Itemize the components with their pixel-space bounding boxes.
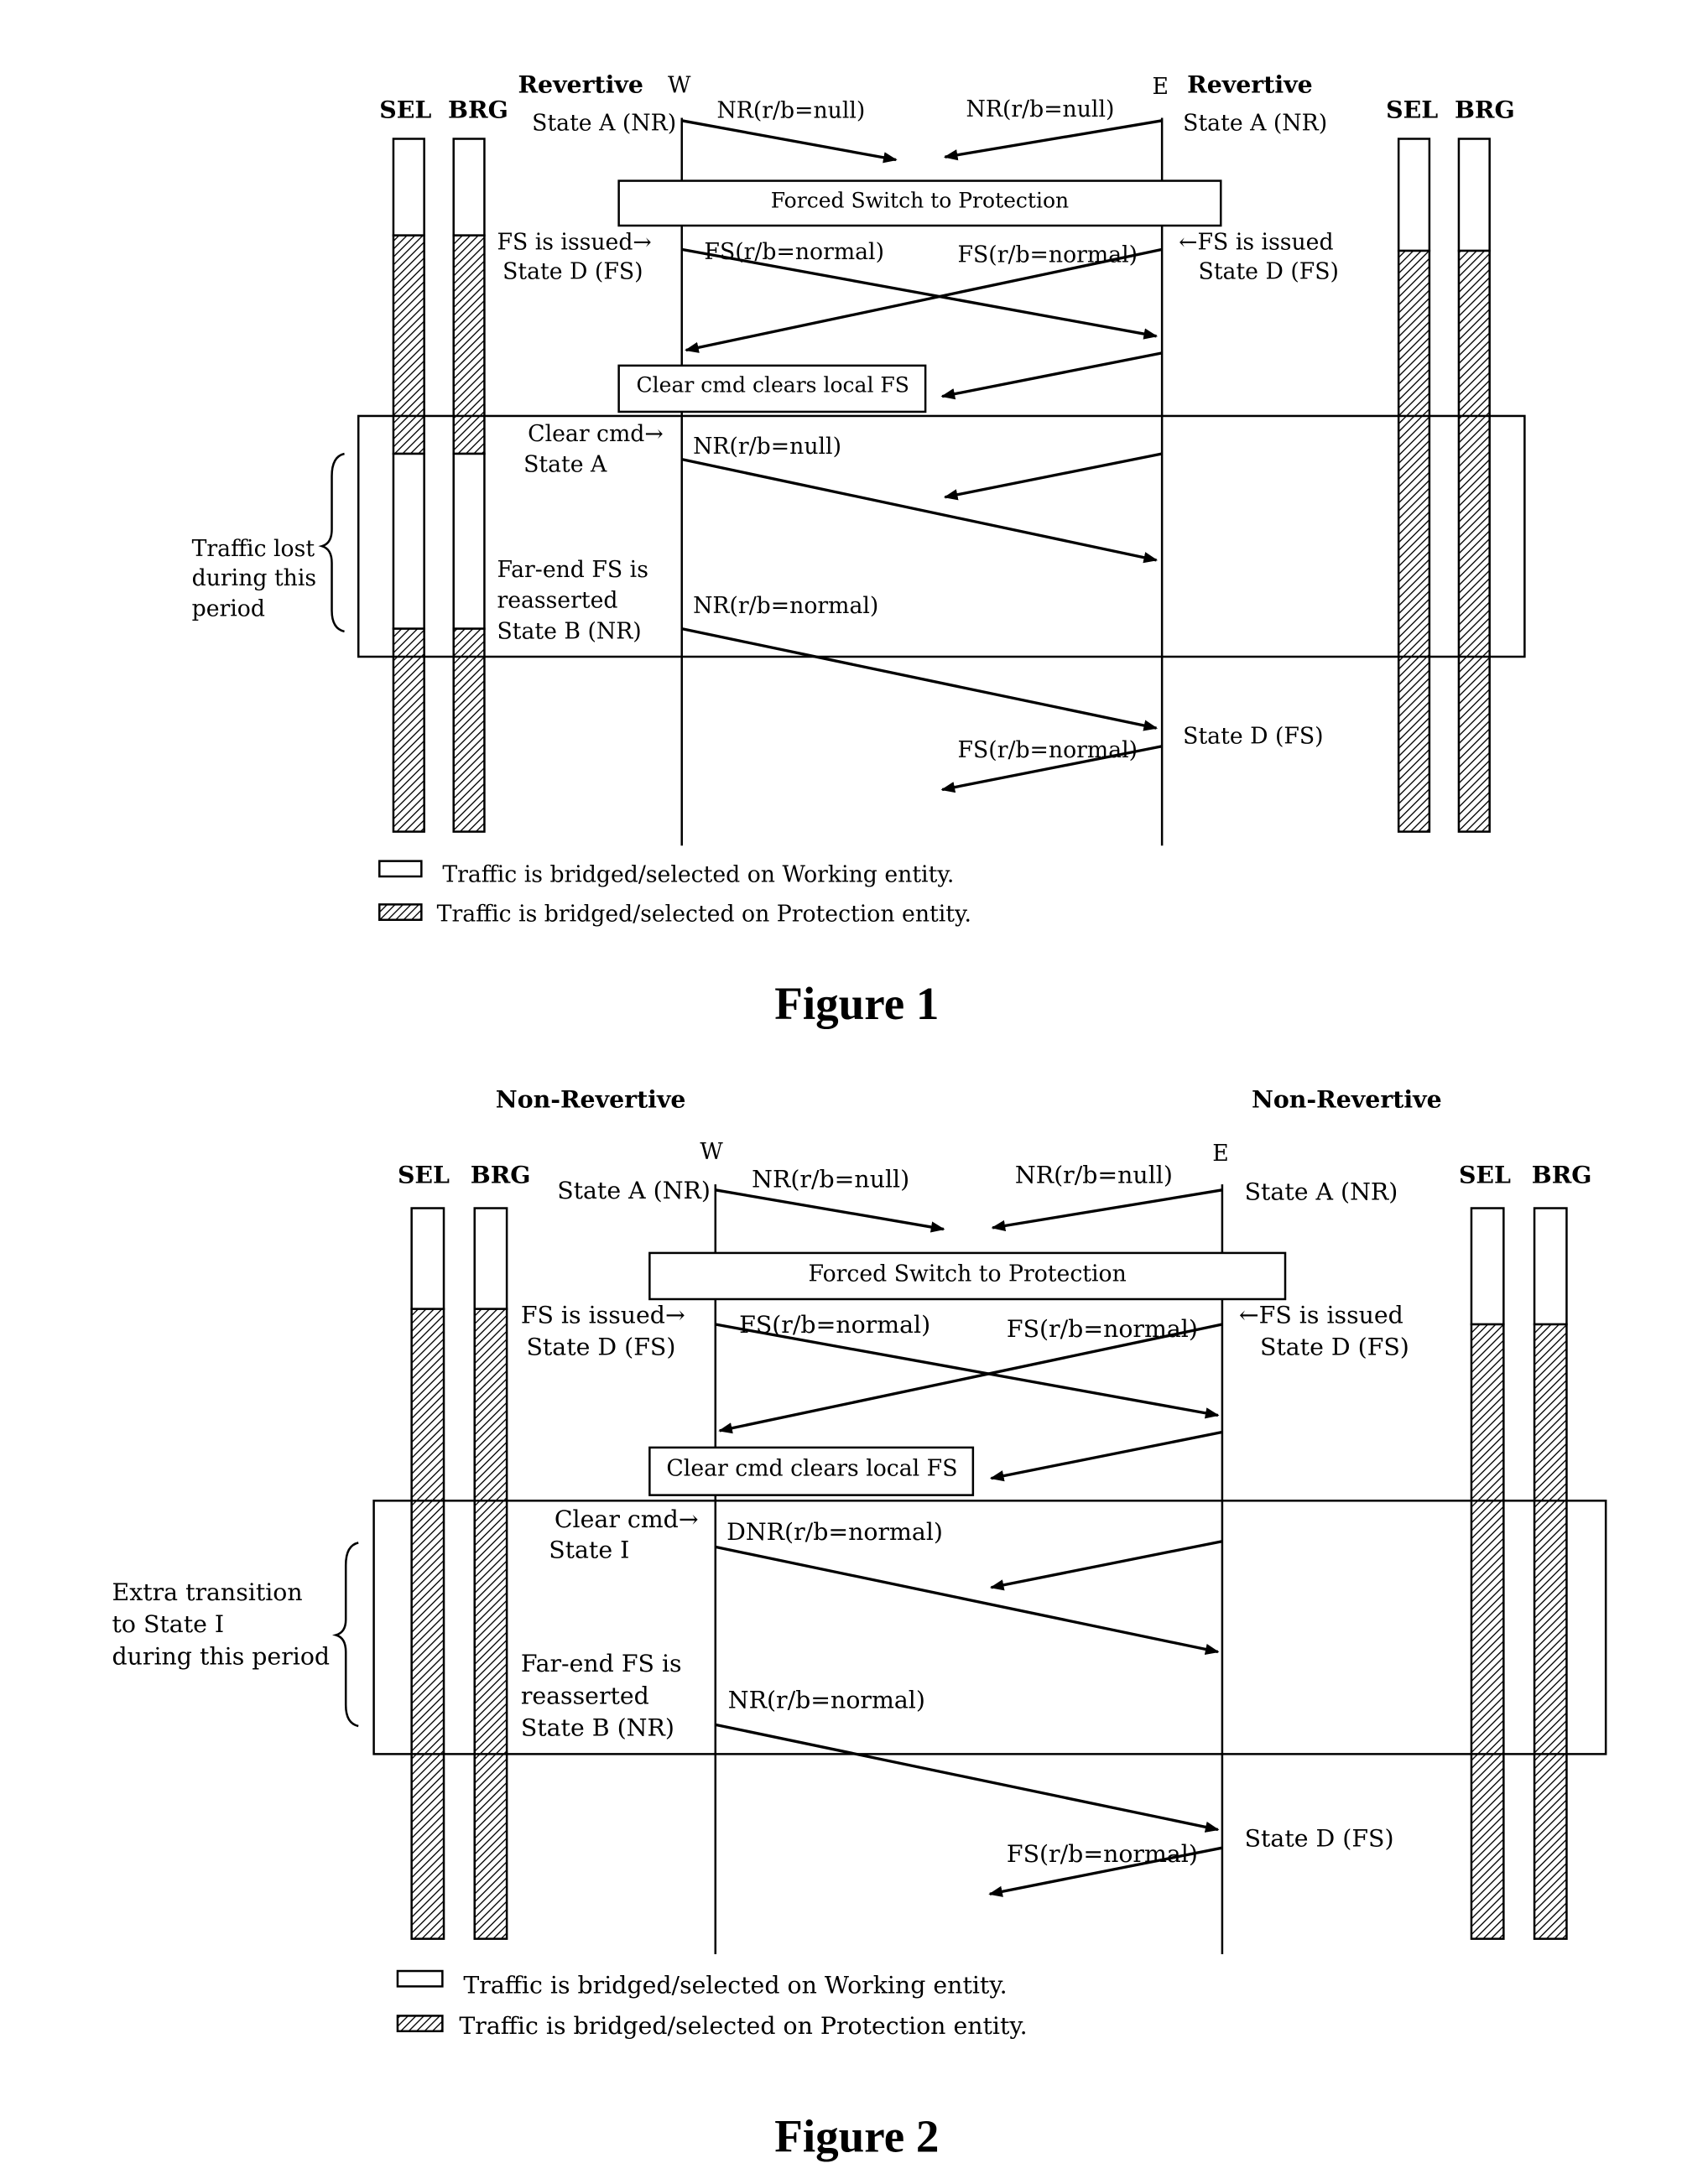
left-state-4b: reasserted: [521, 1682, 649, 1709]
message-arrow: [681, 119, 898, 164]
message-label: FS(r/b=normal): [1007, 1840, 1198, 1868]
message-arrow: [989, 1430, 1223, 1482]
brace-note-line: period: [192, 596, 265, 622]
left-state-4a: Far-end FS is: [521, 1650, 682, 1677]
forced-switch-label: Forced Switch to Protection: [809, 1261, 1127, 1287]
message-label: FS(r/b=normal): [957, 242, 1138, 268]
protection-switching-diagrams: Revertive Revertive W E SEL BRG SEL BRG: [112, 70, 1607, 2161]
legend-protection-label: Traffic is bridged/selected on Protectio…: [459, 2012, 1027, 2040]
left-state-3b: State A: [523, 452, 607, 478]
message-arrow: [718, 1323, 1223, 1434]
message-label: NR(r/b=normal): [728, 1686, 925, 1713]
message-arrow: [940, 351, 1163, 400]
left-mode-label: Revertive: [518, 70, 643, 98]
sel-label-right: SEL: [1459, 1160, 1511, 1188]
message-arrow: [943, 452, 1163, 501]
message-arrow: [681, 627, 1159, 731]
left-state-3b: State I: [549, 1537, 629, 1564]
message-label: FS(r/b=normal): [704, 239, 884, 265]
legend-working-swatch: [396, 1969, 444, 1988]
message-label: FS(r/b=normal): [1007, 1315, 1198, 1343]
left-state-2a: FS is issued→: [497, 229, 651, 255]
message-label: NR(r/b=null): [752, 1165, 909, 1193]
brace-note-line: during this: [192, 565, 316, 591]
brg-label-right: BRG: [1532, 1160, 1592, 1188]
left-brg-bar: [452, 138, 486, 833]
sel-label-left: SEL: [379, 95, 431, 123]
right-state-1: State A (NR): [1245, 1178, 1398, 1206]
left-sel-bar: [392, 138, 425, 833]
left-state-4b: reasserted: [497, 588, 617, 614]
right-state-3: State D (FS): [1183, 723, 1323, 749]
legend-working-label: Traffic is bridged/selected on Working e…: [463, 1972, 1007, 1999]
figure-title: Figure 2: [774, 2110, 939, 2161]
figure-1: Revertive Revertive W E SEL BRG SEL BRG: [192, 70, 1526, 1029]
right-state-2a: ←FS is issued: [1239, 1301, 1403, 1329]
message-label: DNR(r/b=normal): [726, 1518, 943, 1546]
sel-label-left: SEL: [398, 1160, 450, 1188]
brace-note-line: Traffic lost: [192, 536, 315, 562]
message-arrow: [943, 119, 1163, 161]
figure-title: Figure 1: [774, 978, 939, 1029]
left-state-1: State A (NR): [532, 110, 676, 136]
clear-cmd-label: Clear cmd clears local FS: [666, 1455, 957, 1481]
brace-note-line: Extra transition: [112, 1578, 303, 1606]
left-state-4c: State B (NR): [497, 618, 641, 644]
brace-icon: [318, 452, 345, 633]
right-state-2a: ←FS is issued: [1179, 229, 1333, 255]
right-brg-bar: [1457, 138, 1491, 833]
message-label: NR(r/b=null): [1015, 1161, 1173, 1188]
legend-protection-swatch: [396, 2015, 444, 2033]
brace-note-line: to State I: [112, 1610, 225, 1638]
forced-switch-label: Forced Switch to Protection: [771, 188, 1069, 212]
legend-protection-label: Traffic is bridged/selected on Protectio…: [437, 901, 971, 927]
node-w-label: W: [700, 1139, 723, 1165]
right-mode-label: Non-Revertive: [1252, 1084, 1442, 1113]
left-state-4a: Far-end FS is: [497, 557, 648, 583]
right-mode-label: Revertive: [1187, 70, 1312, 98]
message-arrow: [715, 1723, 1220, 1833]
left-state-3a: Clear cmd→: [555, 1505, 699, 1533]
left-state-2b: State D (FS): [526, 1334, 675, 1361]
brace-icon: [331, 1542, 359, 1728]
node-w-label: W: [668, 72, 691, 98]
left-mode-label: Non-Revertive: [496, 1084, 686, 1113]
right-state-2b: State D (FS): [1260, 1334, 1409, 1361]
brg-label-left: BRG: [448, 95, 508, 123]
message-arrow: [681, 458, 1159, 564]
message-arrow: [991, 1188, 1223, 1232]
legend-working-label: Traffic is bridged/selected on Working e…: [442, 862, 954, 888]
message-arrow: [715, 1545, 1220, 1656]
message-label: NR(r/b=null): [966, 96, 1115, 122]
left-state-4c: State B (NR): [521, 1714, 674, 1742]
legend-protection-swatch: [378, 903, 423, 921]
brg-label-right: BRG: [1455, 95, 1515, 123]
node-e-label: E: [1152, 74, 1168, 100]
left-sel-bar: [410, 1207, 445, 1940]
message-label: NR(r/b=null): [716, 97, 865, 123]
right-state-3: State D (FS): [1245, 1825, 1394, 1853]
sel-label-right: SEL: [1386, 95, 1438, 123]
brg-label-left: BRG: [471, 1160, 531, 1188]
clear-cmd-label: Clear cmd clears local FS: [637, 373, 909, 398]
left-brg-bar: [473, 1207, 508, 1940]
right-state-1: State A (NR): [1183, 110, 1327, 136]
brace-note-line: during this period: [112, 1643, 331, 1671]
left-state-1: State A (NR): [557, 1177, 711, 1204]
right-brg-bar: [1533, 1207, 1568, 1940]
message-label: FS(r/b=normal): [957, 737, 1138, 763]
message-arrow: [715, 1188, 945, 1233]
right-state-2b: State D (FS): [1199, 258, 1339, 284]
message-label: NR(r/b=normal): [693, 593, 878, 619]
right-sel-bar: [1397, 138, 1431, 833]
right-sel-bar: [1470, 1207, 1505, 1940]
left-state-3a: Clear cmd→: [528, 421, 664, 447]
legend-working-swatch: [378, 860, 423, 878]
node-e-label: E: [1212, 1141, 1228, 1167]
message-arrow: [989, 1540, 1223, 1591]
left-state-2a: FS is issued→: [521, 1301, 685, 1329]
message-label: NR(r/b=null): [693, 434, 841, 460]
figure-2: Non-Revertive Non-Revertive W E SEL BRG …: [112, 1084, 1607, 2161]
left-state-2b: State D (FS): [503, 258, 643, 284]
